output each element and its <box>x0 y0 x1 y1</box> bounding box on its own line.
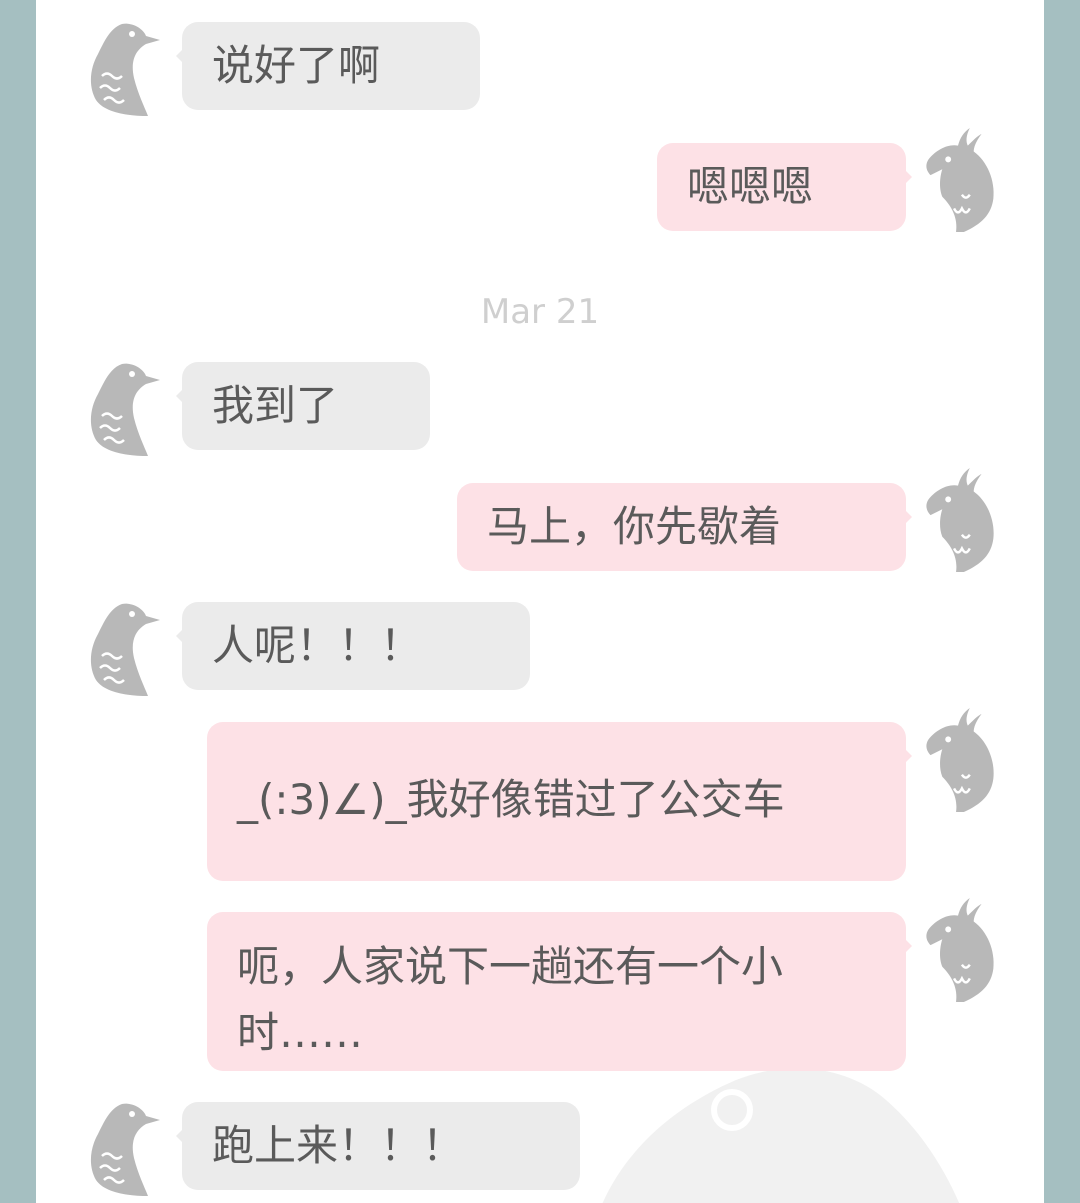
pigeon-avatar-icon[interactable] <box>86 1100 166 1200</box>
message-bubble-incoming[interactable]: 跑上来！！！ <box>176 1102 580 1190</box>
message-bubble-outgoing[interactable]: _(:3)∠)_我好像错过了公交车 <box>207 722 912 881</box>
message-bubble-outgoing[interactable]: 呃，人家说下一趟还有一个小时…… <box>207 912 912 1071</box>
cockatiel-avatar-icon[interactable] <box>918 706 998 814</box>
message-bubble-incoming[interactable]: 我到了 <box>176 362 430 450</box>
chat-panel: 说好了啊 嗯嗯嗯 Mar 21 我到了 马上，你先歇着 人呢！！！ _(:3)∠… <box>36 0 1044 1203</box>
pigeon-avatar-icon[interactable] <box>86 360 166 460</box>
message-bubble-incoming[interactable]: 人呢！！！ <box>176 602 530 690</box>
message-bubble-outgoing[interactable]: 嗯嗯嗯 <box>657 143 912 231</box>
date-separator: Mar 21 <box>480 292 600 332</box>
pigeon-avatar-icon[interactable] <box>86 20 166 120</box>
cockatiel-avatar-icon[interactable] <box>918 466 998 574</box>
message-bubble-incoming[interactable]: 说好了啊 <box>176 22 480 110</box>
message-bubble-outgoing[interactable]: 马上，你先歇着 <box>457 483 912 571</box>
cockatiel-avatar-icon[interactable] <box>918 126 998 234</box>
pigeon-avatar-icon[interactable] <box>86 600 166 700</box>
cockatiel-avatar-icon[interactable] <box>918 896 998 1004</box>
